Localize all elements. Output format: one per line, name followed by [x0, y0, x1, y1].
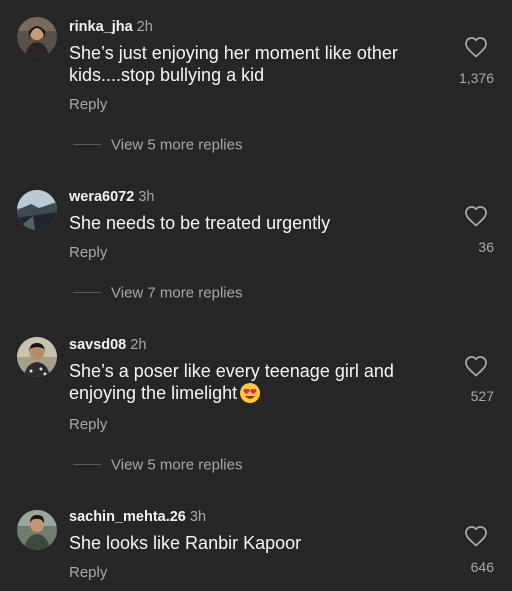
comment-item: rinka_jha 2h She’s just enjoying her mome… — [0, 0, 512, 160]
heart-outline-icon[interactable] — [464, 205, 488, 227]
comment-meta: savsd08 2h — [69, 336, 146, 354]
like-count: 1,376 — [458, 70, 494, 86]
view-more-replies[interactable]: View 5 more replies — [73, 136, 242, 154]
view-more-replies-label: View 7 more replies — [111, 284, 243, 302]
comment-meta: sachin_mehta.26 3h — [69, 508, 206, 526]
heart-outline-icon[interactable] — [464, 525, 488, 547]
comment-text: She’s just enjoying her moment like othe… — [69, 43, 398, 85]
timestamp: 3h — [189, 509, 207, 525]
comment-item: wera6072 3h She needs to be treated urgen… — [0, 168, 512, 308]
username[interactable]: rinka_jha — [69, 19, 133, 35]
view-more-replies-label: View 5 more replies — [111, 456, 243, 474]
comment-text: She’s a poser like every teenage girl an… — [69, 360, 449, 404]
avatar[interactable] — [17, 17, 57, 57]
avatar[interactable] — [17, 510, 57, 550]
like-count: 36 — [478, 239, 494, 255]
reply-button[interactable]: Reply — [69, 416, 107, 434]
divider-line — [73, 144, 101, 146]
view-more-replies[interactable]: View 7 more replies — [73, 284, 242, 302]
reply-button[interactable]: Reply — [69, 564, 107, 582]
comment-meta: rinka_jha 2h — [69, 18, 153, 36]
avatar[interactable] — [17, 190, 57, 230]
heart-outline-icon[interactable] — [464, 355, 488, 377]
timestamp: 3h — [138, 189, 155, 205]
reply-button[interactable]: Reply — [69, 96, 107, 114]
comment-item: savsd08 2h She’s a poser like every teena… — [0, 318, 512, 478]
heart-outline-icon[interactable] — [464, 36, 488, 58]
username[interactable]: wera6072 — [69, 189, 134, 205]
comment-text-content: She’s a poser like every teenage girl an… — [69, 361, 394, 403]
reply-button[interactable]: Reply — [69, 244, 107, 262]
comment-text: She looks like Ranbir Kapoor — [69, 533, 302, 553]
comment-text: She needs to be treated urgently — [69, 213, 331, 233]
like-count: 646 — [470, 559, 494, 575]
comments-list: rinka_jha 2h She’s just enjoying her mome… — [0, 0, 512, 591]
comment-item: sachin_mehta.26 3h She looks like Ranbir … — [0, 490, 512, 590]
view-more-replies-label: View 5 more replies — [111, 136, 243, 154]
username[interactable]: savsd08 — [69, 337, 126, 353]
divider-line — [73, 464, 101, 466]
timestamp: 2h — [136, 19, 153, 35]
comment-meta: wera6072 3h — [69, 188, 154, 206]
avatar[interactable] — [17, 337, 57, 377]
view-more-replies[interactable]: View 5 more replies — [73, 456, 242, 474]
divider-line — [73, 292, 101, 294]
heart-eyes-emoji-icon — [239, 382, 261, 404]
like-count: 527 — [470, 388, 494, 404]
username[interactable]: sachin_mehta.26 — [69, 509, 186, 525]
timestamp: 2h — [130, 337, 147, 353]
